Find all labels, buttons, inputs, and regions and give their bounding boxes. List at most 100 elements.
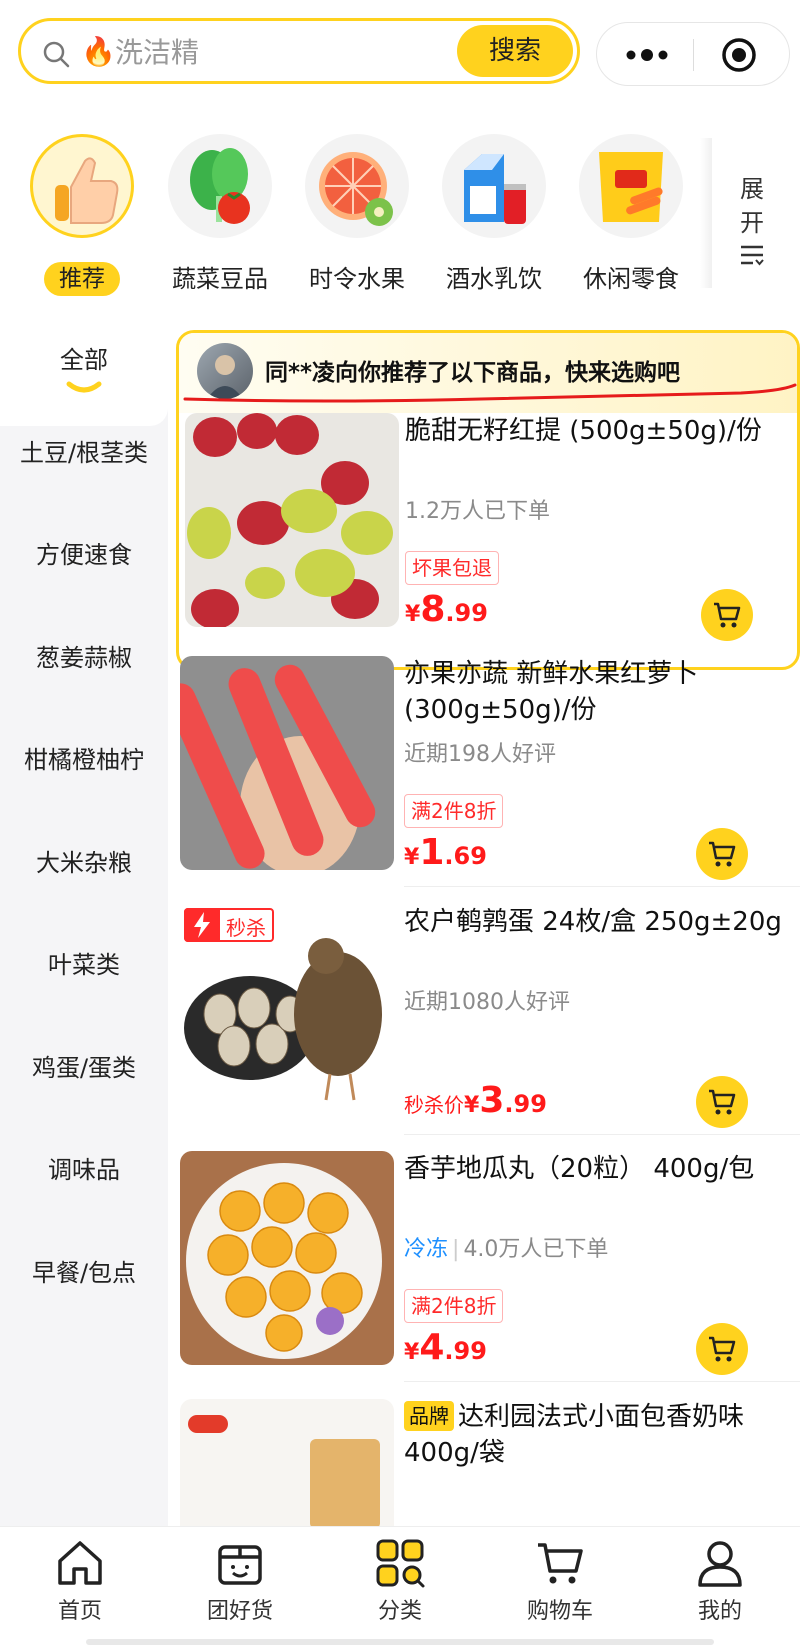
fire-icon: 🔥 (81, 35, 116, 68)
add-to-cart-button[interactable] (696, 1076, 748, 1128)
category-fruit[interactable]: 时令水果 (287, 134, 427, 304)
product-price: ¥8.99 (405, 589, 488, 630)
product-price: ¥4.99 (404, 1327, 487, 1368)
list-expand-icon (741, 245, 764, 266)
product-card[interactable]: 亦果亦蔬 新鲜水果红萝卜 (300g±50g)/份 近期198人好评 满2件8折… (176, 656, 800, 888)
sidebar-item-citrus[interactable]: 柑橘橙柚柠 (0, 743, 168, 777)
cart-icon (709, 1089, 736, 1115)
sidebar-item-seasoning[interactable]: 调味品 (0, 1153, 168, 1187)
sidebar-item-eggs[interactable]: 鸡蛋/蛋类 (0, 1051, 168, 1085)
row-divider (404, 1134, 800, 1135)
product-image-quail-eggs[interactable]: 秒杀 (180, 904, 394, 1118)
sidebar-item-instant-food[interactable]: 方便速食 (0, 538, 168, 572)
expand-categories-button[interactable]: 展开 (724, 172, 780, 292)
row-divider (404, 1381, 800, 1382)
tab-cart[interactable]: 购物车 (480, 1537, 640, 1637)
product-name[interactable]: 品牌 达利园法式小面包香奶味 400g/袋 (404, 1399, 788, 1471)
product-card[interactable]: 脆甜无籽红提 (500g±50g)/份 1.2万人已下单 坏果包退 ¥8.99 (179, 413, 797, 645)
cold-chain-label: 冷冻 (404, 1237, 449, 1262)
product-price: 秒杀价¥3.99 (404, 1080, 547, 1121)
product-reviews: 近期198人好评 (404, 742, 556, 767)
product-sales: 1.2万人已下单 (405, 499, 550, 524)
promo-tag: 满2件8折 (404, 1289, 504, 1323)
tab-group-buy[interactable]: 团好货 (160, 1537, 320, 1637)
price-dec: .99 (445, 599, 488, 627)
home-indicator (86, 1639, 714, 1645)
vegetable-icon (168, 134, 272, 238)
row-divider (404, 886, 800, 887)
promo-tag: 满2件8折 (404, 794, 504, 828)
cart-icon (709, 841, 736, 867)
price-dec: .99 (444, 1337, 487, 1365)
tab-label: 购物车 (526, 1599, 593, 1624)
product-image-taro-balls[interactable] (180, 1151, 394, 1365)
drinks-icon (442, 134, 546, 238)
price-yen: ¥ (464, 1093, 480, 1118)
recommend-text: 同**凌向你推荐了以下商品，快来选购吧 (265, 360, 681, 386)
category-snacks[interactable]: 休闲零食 (561, 134, 701, 304)
price-dec: .99 (504, 1090, 547, 1118)
strip-fade (700, 138, 712, 288)
price-int: 4 (419, 1327, 445, 1368)
add-to-cart-button[interactable] (696, 1323, 748, 1375)
product-name[interactable]: 亦果亦蔬 新鲜水果红萝卜 (300g±50g)/份 (404, 656, 788, 728)
product-card[interactable]: 秒杀 农户鹌鹑蛋 24枚/盒 250g±20g 近期1080人好评 秒杀价¥3.… (176, 904, 800, 1136)
price-yen: ¥ (405, 602, 421, 627)
sidebar-item-grains[interactable]: 大米杂粮 (0, 846, 168, 880)
tab-profile[interactable]: 我的 (640, 1537, 800, 1637)
price-prefix: 秒杀价 (404, 1093, 464, 1117)
category-label: 酒水乳饮 (446, 265, 542, 293)
price-dec: .69 (444, 842, 487, 870)
tab-home[interactable]: 首页 (0, 1537, 160, 1637)
search-bar[interactable]: 🔥 搜索 (18, 18, 580, 84)
sidebar-item-label: 全部 (60, 346, 108, 374)
sidebar-item-breakfast[interactable]: 早餐/包点 (0, 1256, 168, 1290)
product-name-text: 达利园法式小面包香奶味 400g/袋 (404, 1402, 745, 1468)
fruit-icon (305, 134, 409, 238)
tab-label: 团好货 (206, 1599, 273, 1624)
category-drinks[interactable]: 酒水乳饮 (424, 134, 564, 304)
product-name[interactable]: 香芋地瓜丸（20粒） 400g/包 (404, 1151, 788, 1187)
product-image-red-grapes[interactable] (185, 413, 399, 627)
search-button[interactable]: 搜索 (457, 25, 573, 77)
lightning-icon (184, 908, 220, 942)
add-to-cart-button[interactable] (696, 828, 748, 880)
profile-icon (698, 1541, 742, 1587)
product-price: ¥1.69 (404, 832, 487, 873)
sidebar-item-aromatics[interactable]: 葱姜蒜椒 (0, 641, 168, 675)
category-recommend[interactable]: 推荐 (12, 134, 152, 304)
expand-label: 展开 (740, 175, 764, 237)
recommend-card: 同**凌向你推荐了以下商品，快来选购吧 脆甜无籽红提 (500g±50g)/份 (176, 330, 800, 670)
price-yen: ¥ (404, 1340, 420, 1365)
product-image-bread[interactable] (180, 1399, 394, 1526)
category-strip: 推荐 蔬菜豆品 时令水果 酒水乳饮 休闲零食 展开 (0, 118, 800, 318)
subcategory-sidebar: 全部 土豆/根茎类 方便速食 葱姜蒜椒 柑橘橙柚柠 大米杂粮 叶菜类 鸡蛋/蛋类… (0, 318, 168, 1526)
category-label: 时令水果 (309, 265, 405, 293)
top-bar: 🔥 搜索 (0, 0, 800, 110)
product-reviews: 近期1080人好评 (404, 990, 570, 1015)
price-yen: ¥ (404, 845, 420, 870)
flash-sale-badge: 秒杀 (184, 908, 274, 942)
product-name[interactable]: 脆甜无籽红提 (500g±50g)/份 (405, 413, 789, 449)
cart-icon (709, 1336, 736, 1362)
category-vegetables[interactable]: 蔬菜豆品 (150, 134, 290, 304)
product-image-red-carrots[interactable] (180, 656, 394, 870)
product-card[interactable]: 香芋地瓜丸（20粒） 400g/包 冷冻 | 4.0万人已下单 满2件8折 ¥4.9… (176, 1151, 800, 1383)
search-input[interactable] (115, 33, 445, 71)
search-icon (43, 41, 70, 68)
home-icon (58, 1541, 102, 1585)
tab-category[interactable]: 分类 (320, 1537, 480, 1637)
more-dots-icon[interactable] (623, 41, 671, 69)
price-int: 3 (479, 1080, 505, 1121)
sidebar-item-leafy-greens[interactable]: 叶菜类 (0, 948, 168, 982)
sidebar-item-potato[interactable]: 土豆/根茎类 (0, 436, 168, 470)
product-sales: 冷冻 | 4.0万人已下单 (404, 1231, 608, 1263)
sales-count: 4.0万人已下单 (463, 1237, 609, 1262)
category-icon (376, 1539, 425, 1588)
product-name[interactable]: 农户鹌鹑蛋 24枚/盒 250g±20g (404, 904, 788, 940)
target-circle-icon[interactable] (721, 37, 757, 73)
add-to-cart-button[interactable] (701, 589, 753, 641)
sidebar-item-all[interactable]: 全部 (0, 318, 168, 426)
product-card[interactable]: 品牌 达利园法式小面包香奶味 400g/袋 (176, 1399, 800, 1526)
tab-label: 我的 (697, 1599, 742, 1624)
